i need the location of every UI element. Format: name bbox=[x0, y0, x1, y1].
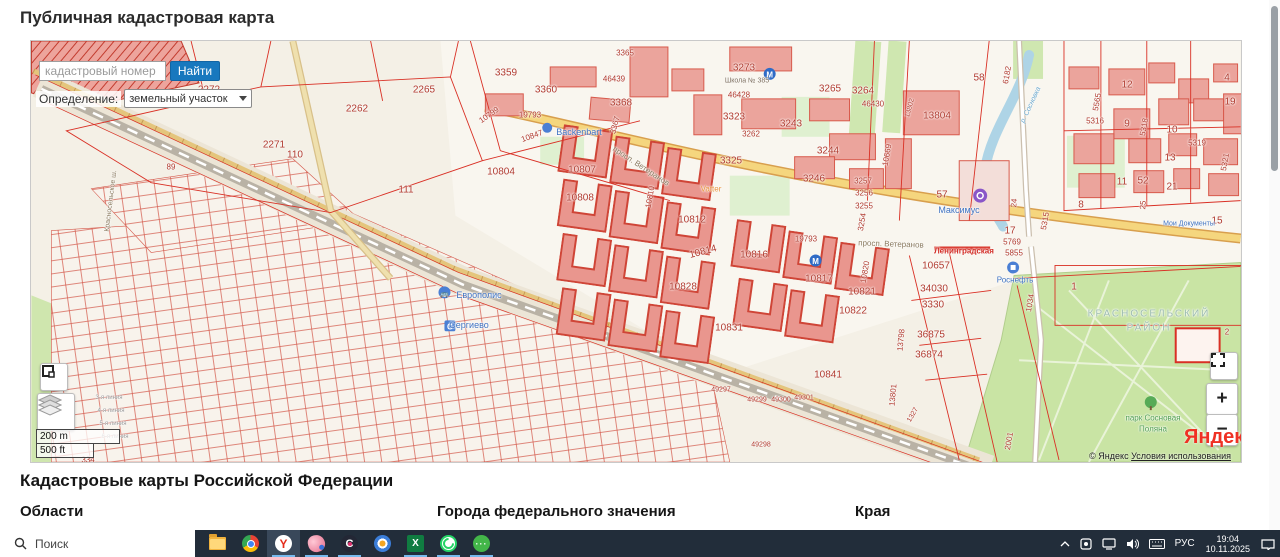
photos-app-icon bbox=[374, 535, 391, 552]
taskbar-icon-yandex-browser[interactable]: Y bbox=[267, 530, 300, 557]
taskbar-icon-whatsapp[interactable] bbox=[432, 530, 465, 557]
taskbar-icon-ring-app[interactable]: C bbox=[333, 530, 366, 557]
cadastral-map[interactable]: М М 🚌 С 22722265226222711101118933433593… bbox=[30, 40, 1242, 463]
definition-select[interactable]: земельный участок bbox=[124, 89, 252, 108]
fullscreen-icon bbox=[1211, 353, 1225, 367]
scale-bar: 200 m 500 ft bbox=[36, 429, 120, 458]
tray-volume-icon[interactable] bbox=[1121, 530, 1144, 557]
taskbar-icons: Y C X ··· bbox=[201, 530, 498, 557]
ring-app-icon: C bbox=[341, 535, 358, 552]
chrome-icon bbox=[242, 535, 259, 552]
tray-date: 10.11.2025 bbox=[1206, 544, 1250, 554]
tray-app-icon[interactable] bbox=[1075, 530, 1097, 557]
green-messenger-icon: ··· bbox=[473, 535, 490, 552]
taskbar-icon-excel[interactable]: X bbox=[399, 530, 432, 557]
svg-text:🚌: 🚌 bbox=[440, 291, 449, 298]
tray-language[interactable]: РУС bbox=[1170, 530, 1200, 557]
tray-keyboard-icon[interactable] bbox=[1144, 530, 1170, 557]
page-title: Публичная кадастровая карта bbox=[20, 8, 274, 28]
copyright: © Яндекс bbox=[1089, 451, 1128, 461]
taskbar-search[interactable]: Поиск bbox=[0, 530, 195, 557]
tray-chevron-up-icon[interactable] bbox=[1055, 530, 1075, 557]
folder-icon bbox=[209, 537, 226, 550]
scrollbar[interactable] bbox=[1269, 0, 1280, 530]
footer-column-kraya[interactable]: Края bbox=[855, 503, 890, 520]
svg-text:С: С bbox=[447, 322, 453, 331]
taskbar: Поиск Y C X ··· bbox=[0, 530, 1280, 557]
whatsapp-icon bbox=[440, 535, 457, 552]
excel-icon: X bbox=[407, 535, 424, 552]
taskbar-icon-green-messenger[interactable]: ··· bbox=[465, 530, 498, 557]
taskbar-icon-chrome[interactable] bbox=[234, 530, 267, 557]
definition-label: Определение: bbox=[36, 91, 121, 107]
yandex-browser-icon: Y bbox=[275, 535, 292, 552]
search-button[interactable]: Найти bbox=[170, 61, 220, 81]
system-tray: РУС 19:04 10.11.2025 bbox=[1055, 530, 1280, 557]
layers-icon bbox=[38, 394, 62, 416]
tray-network-icon[interactable] bbox=[1097, 530, 1121, 557]
taskbar-icon-file-explorer[interactable] bbox=[201, 530, 234, 557]
svg-text:М: М bbox=[812, 257, 819, 266]
tray-clock[interactable]: 19:04 10.11.2025 bbox=[1200, 534, 1256, 554]
chevron-down-icon bbox=[239, 96, 247, 101]
search-icon bbox=[14, 537, 27, 550]
yandex-logo: Яндекс bbox=[1184, 426, 1242, 449]
screen: Публичная кадастровая карта bbox=[0, 0, 1280, 557]
footer-heading: Кадастровые карты Российской Федерации bbox=[20, 471, 393, 491]
scrollbar-thumb[interactable] bbox=[1271, 6, 1278, 171]
taskbar-search-placeholder: Поиск bbox=[35, 537, 68, 551]
taskbar-icon-pink-app[interactable] bbox=[300, 530, 333, 557]
cadastral-number-input[interactable] bbox=[39, 61, 166, 81]
terms-link[interactable]: Условия использования bbox=[1131, 451, 1231, 461]
square-select-icon bbox=[41, 364, 55, 378]
map-search-bar: Найти bbox=[39, 61, 220, 81]
definition-row: Определение: земельный участок bbox=[36, 89, 252, 108]
tray-notification-icon[interactable] bbox=[1256, 530, 1280, 557]
scale-imperial: 500 ft bbox=[36, 444, 94, 458]
footer-column-federal-cities[interactable]: Города федерального значения bbox=[437, 503, 676, 520]
footer-column-oblasti[interactable]: Области bbox=[20, 503, 83, 520]
svg-text:М: М bbox=[766, 70, 773, 79]
tray-time: 19:04 bbox=[1206, 534, 1250, 544]
fullscreen-button[interactable] bbox=[1210, 352, 1238, 380]
pink-app-icon bbox=[306, 533, 327, 554]
scale-metric: 200 m bbox=[36, 429, 120, 444]
map-attribution: © Яндекс Условия использования bbox=[1089, 451, 1231, 461]
zoom-in-button[interactable]: + bbox=[1206, 383, 1238, 415]
taskbar-icon-photos-app[interactable] bbox=[366, 530, 399, 557]
area-select-button[interactable] bbox=[40, 363, 68, 391]
layers-button[interactable] bbox=[37, 393, 75, 431]
